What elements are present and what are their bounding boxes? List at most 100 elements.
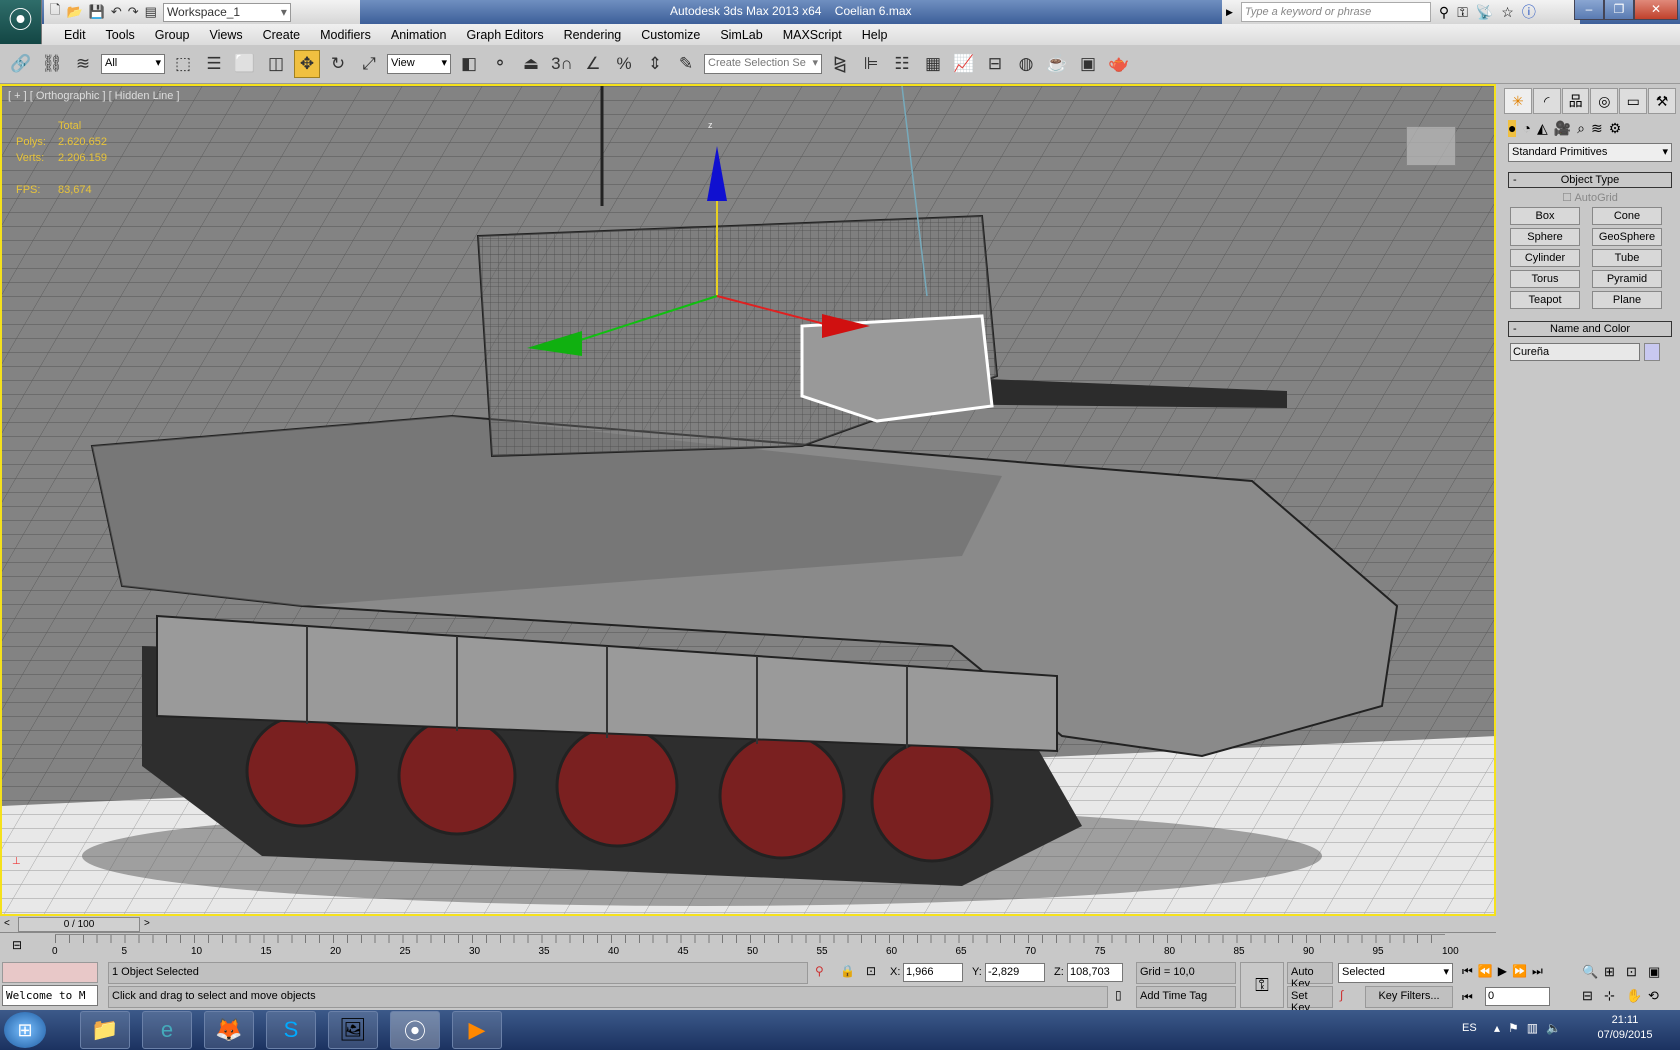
motion-tab-icon[interactable]: ◎ [1590, 88, 1619, 114]
key-icon[interactable]: ⚿ [1457, 4, 1468, 21]
go-to-start-icon[interactable]: ⏮ [1462, 964, 1473, 979]
internet-explorer-icon[interactable]: e [142, 1011, 192, 1049]
percent-snap-icon[interactable]: % [611, 50, 637, 78]
menu-animation[interactable]: Animation [381, 28, 457, 42]
menu-edit[interactable]: Edit [54, 28, 96, 42]
media-player-icon[interactable]: ▶ [452, 1011, 502, 1049]
field-of-view-icon[interactable]: ⊹ [1604, 988, 1626, 1004]
new-file-icon[interactable]: 🗋 [50, 1, 60, 23]
prev-frame-icon[interactable]: < [4, 918, 10, 929]
edit-named-selection-icon[interactable]: ✎ [673, 50, 699, 78]
time-slider-handle[interactable]: 0 / 100 [18, 917, 140, 932]
workspace-dropdown[interactable]: Workspace_1 [162, 2, 291, 22]
track-bar[interactable]: ⊟ 0 5 10 15 20 25 30 35 40 45 50 55 60 65 70 75 80 85 90 95… [0, 934, 1496, 961]
helpers-icon[interactable]: ⌕ [1577, 120, 1585, 137]
add-time-tag-button[interactable]: Add Time Tag [1136, 986, 1236, 1008]
select-and-scale-icon[interactable]: ⤢ [356, 50, 382, 78]
sphere-button[interactable]: Sphere [1510, 228, 1580, 246]
object-type-rollout[interactable]: Object Type [1508, 172, 1672, 188]
select-and-rotate-icon[interactable]: ↻ [325, 50, 351, 78]
pivot-center-icon[interactable]: ◧ [456, 50, 482, 78]
pan-icon[interactable]: ✋ [1626, 988, 1648, 1004]
next-key-icon[interactable]: ⏩ [1512, 964, 1527, 979]
geosphere-button[interactable]: GeoSphere [1592, 228, 1662, 246]
systems-icon[interactable]: ⚙ [1609, 120, 1622, 137]
binoculars-icon[interactable]: ⚲ [1439, 4, 1449, 21]
maxscript-listener-pink[interactable] [2, 962, 98, 983]
name-and-color-rollout[interactable]: Name and Color [1508, 321, 1672, 337]
clock[interactable]: 21:11 07/09/2015 [1590, 1014, 1660, 1041]
z-coordinate-input[interactable]: 108,703 [1067, 963, 1123, 982]
current-frame-input[interactable]: 0 [1485, 987, 1550, 1006]
key-mode-dropdown[interactable]: Selected [1338, 963, 1453, 983]
auto-key-button[interactable]: Auto Key [1287, 962, 1333, 990]
go-to-end-icon[interactable]: ⏭ [1532, 964, 1543, 979]
link-icon[interactable]: 🔗 [8, 50, 34, 78]
menu-customize[interactable]: Customize [631, 28, 710, 42]
named-selection-dropdown[interactable]: Create Selection Se [704, 54, 822, 74]
menu-views[interactable]: Views [199, 28, 252, 42]
help-icon[interactable]: ⓘ [1522, 2, 1536, 22]
menu-modifiers[interactable]: Modifiers [310, 28, 381, 42]
explorer-icon[interactable]: 📁 [80, 1011, 130, 1049]
menu-rendering[interactable]: Rendering [554, 28, 632, 42]
volume-icon[interactable]: 🔈 [1546, 1021, 1561, 1035]
star-icon[interactable]: ☆ [1501, 4, 1514, 21]
rendered-frame-icon[interactable]: ▣ [1075, 50, 1101, 78]
previous-key-icon[interactable]: ⏪ [1478, 964, 1493, 979]
object-name-input[interactable]: Cureña [1510, 343, 1640, 361]
spinner-snap-icon[interactable]: ⇕ [642, 50, 668, 78]
tube-button[interactable]: Tube [1592, 249, 1662, 267]
project-folder-icon[interactable]: ▤ [145, 4, 157, 20]
redo-icon[interactable]: ↷ [128, 4, 139, 20]
bind-space-warp-icon[interactable]: ≋ [70, 50, 96, 78]
viewport-label-menu[interactable]: [ + ] [ Orthographic ] [ Hidden Line ] [8, 90, 180, 102]
satellite-icon[interactable]: 📡 [1476, 4, 1493, 21]
mirror-icon[interactable]: ⧎ [827, 50, 853, 78]
utilities-tab-icon[interactable]: ⚒ [1648, 88, 1676, 114]
perspective-viewport[interactable]: [ + ] [ Orthographic ] [ Hidden Line ] T… [0, 84, 1496, 916]
manipulate-icon[interactable]: ⚬ [487, 50, 513, 78]
y-coordinate-input[interactable]: -2,829 [985, 963, 1045, 982]
create-tab-icon[interactable]: ✳ [1504, 88, 1532, 114]
x-coordinate-input[interactable]: 1,966 [903, 963, 963, 982]
display-tab-icon[interactable]: ▭ [1619, 88, 1648, 114]
object-color-swatch[interactable] [1644, 343, 1660, 361]
material-editor-icon[interactable]: ◍ [1013, 50, 1039, 78]
modify-tab-icon[interactable]: ◜ [1532, 88, 1561, 114]
menu-maxscript[interactable]: MAXScript [773, 28, 852, 42]
cone-button[interactable]: Cone [1592, 207, 1662, 225]
action-center-icon[interactable]: ⚑ [1508, 1021, 1519, 1035]
search-input[interactable]: Type a keyword or phrase [1240, 2, 1431, 22]
language-indicator[interactable]: ES [1462, 1022, 1477, 1034]
photo-viewer-icon[interactable]: 🖼 [328, 1011, 378, 1049]
pyramid-button[interactable]: Pyramid [1592, 270, 1662, 288]
zoom-all-icon[interactable]: ⊞ [1604, 964, 1626, 980]
play-icon[interactable]: ▶ [1498, 964, 1507, 979]
keyboard-shortcut-override-icon[interactable]: ⏏ [518, 50, 544, 78]
skype-icon[interactable]: S [266, 1011, 316, 1049]
orbit-icon[interactable]: ⟲ [1648, 988, 1670, 1004]
mini-curve-editor-icon[interactable]: ⊟ [12, 938, 22, 952]
menu-tools[interactable]: Tools [96, 28, 145, 42]
app-menu-button[interactable]: ⦿ [0, 0, 42, 44]
start-button[interactable]: ⊞ [4, 1012, 46, 1048]
schematic-view-icon[interactable]: ⊟ [982, 50, 1008, 78]
set-key-button[interactable]: Set Key [1287, 986, 1333, 1014]
time-slider[interactable]: < 0 / 100 > [0, 916, 1496, 933]
default-tangents-icon[interactable]: ∫ [1340, 988, 1343, 1002]
next-frame-icon[interactable]: > [144, 918, 150, 929]
save-icon[interactable]: 💾 [89, 4, 105, 20]
cameras-icon[interactable]: 🎥 [1554, 120, 1571, 137]
select-and-move-icon[interactable]: ✥ [294, 50, 320, 78]
network-icon[interactable]: ▥ [1527, 1021, 1538, 1035]
viewcube-icon[interactable] [1406, 126, 1456, 166]
rectangular-selection-icon[interactable]: ⬜ [232, 50, 258, 78]
key-mode-toggle-icon[interactable]: ⏮ [1462, 990, 1473, 1005]
hierarchy-tab-icon[interactable]: 品 [1561, 88, 1590, 114]
menu-simlab[interactable]: SimLab [710, 28, 772, 42]
undo-icon[interactable]: ↶ [111, 4, 122, 20]
minimize-button[interactable]: – [1574, 0, 1604, 20]
render-setup-icon[interactable]: ☕ [1044, 50, 1070, 78]
maxscript-mini-listener[interactable]: Welcome to M [2, 985, 98, 1006]
